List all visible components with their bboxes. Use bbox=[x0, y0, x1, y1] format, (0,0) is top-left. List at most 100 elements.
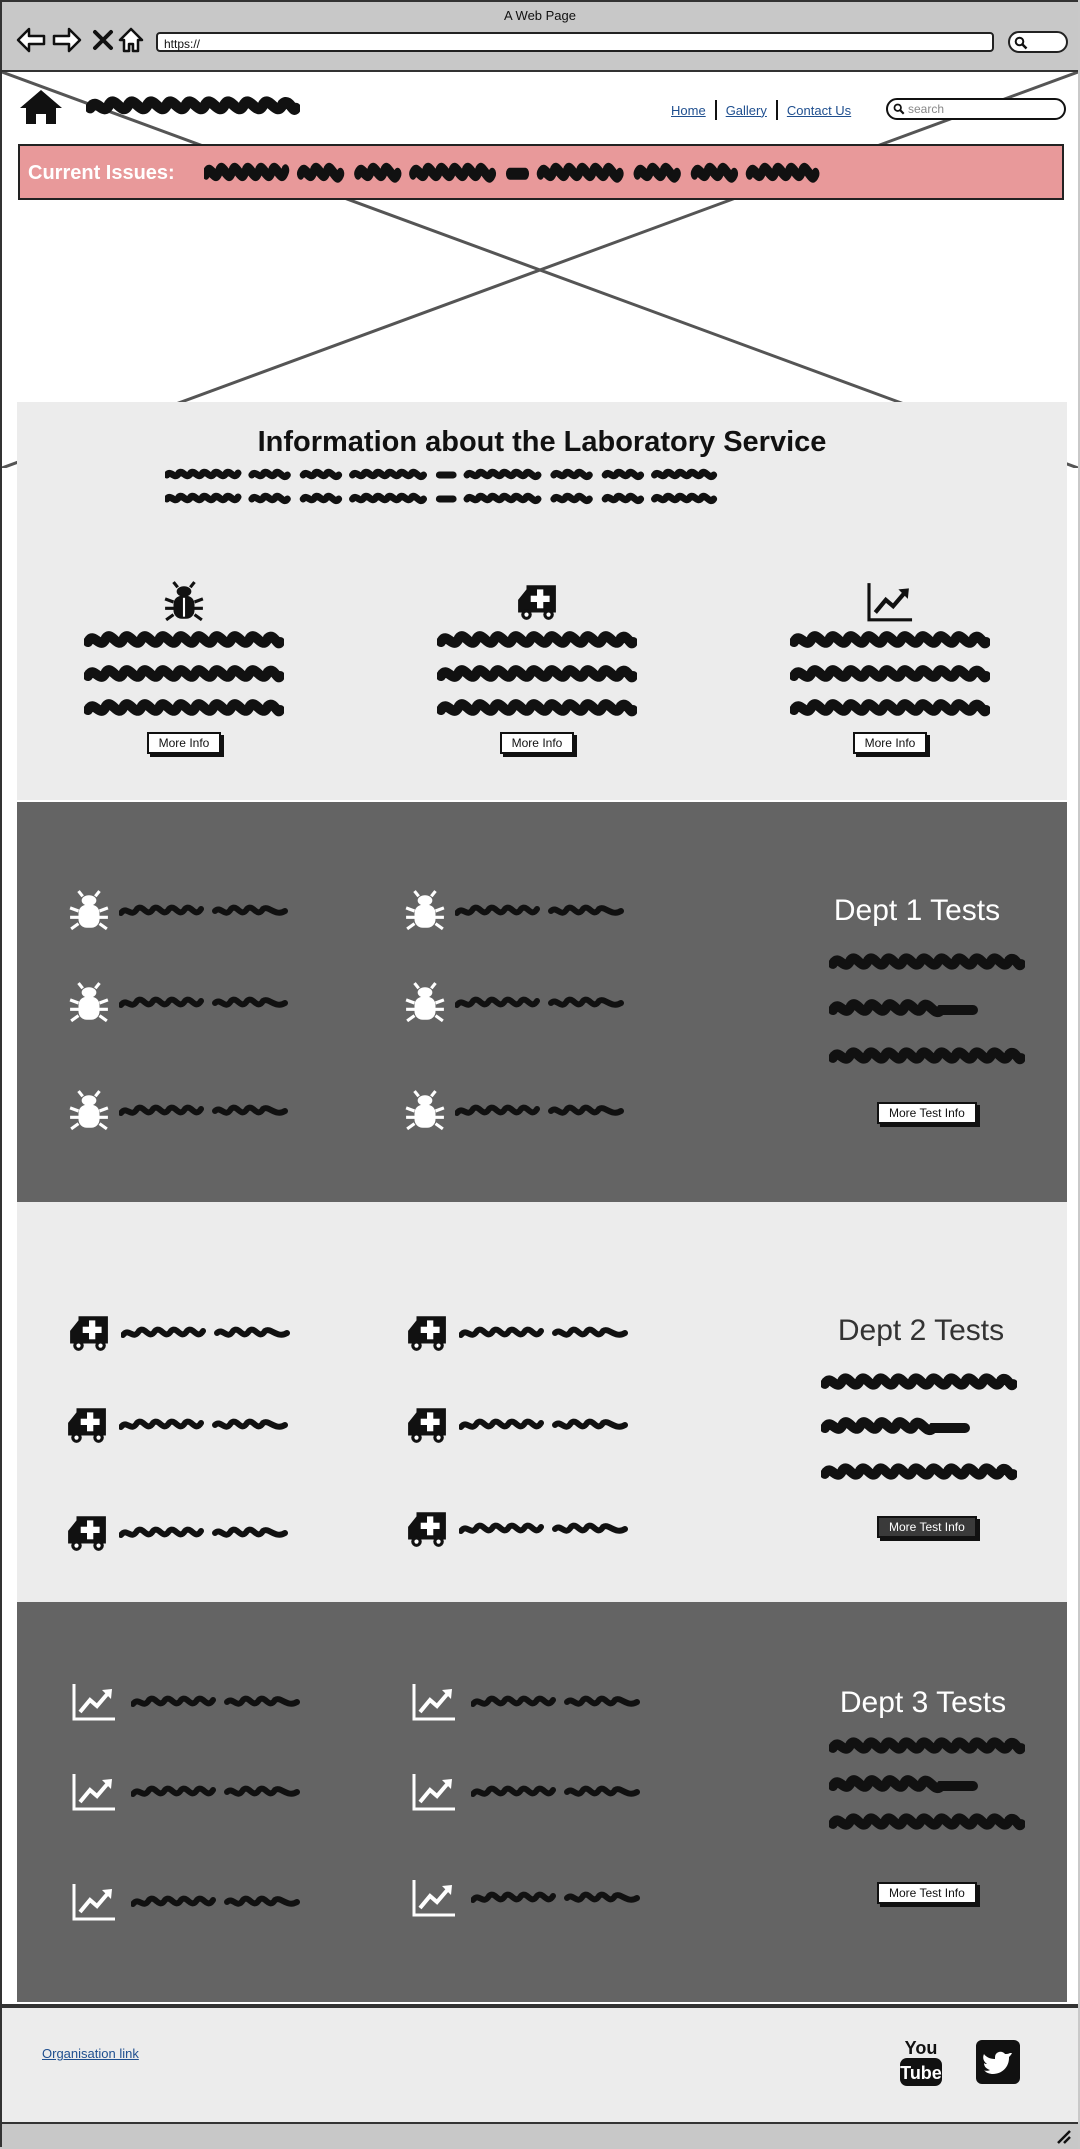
ambulance-icon bbox=[513, 581, 561, 623]
dept-3-section: Dept 3 Tests More Test Info bbox=[17, 1602, 1067, 2002]
dept-2-test-item[interactable] bbox=[63, 1404, 289, 1446]
more-test-info-button[interactable]: More Test Info bbox=[877, 1102, 977, 1124]
back-icon[interactable] bbox=[14, 24, 48, 56]
dept-2-test-item[interactable] bbox=[65, 1312, 291, 1354]
dept-3-description bbox=[829, 1808, 1025, 1838]
dept-2-description bbox=[821, 1458, 1017, 1488]
line-chart-icon bbox=[409, 1682, 459, 1722]
dept-2-test-item[interactable] bbox=[403, 1404, 629, 1446]
site-header: Home Gallery Contact Us search bbox=[2, 72, 1078, 142]
dept-3-test-item[interactable] bbox=[69, 1682, 301, 1722]
line-chart-icon bbox=[69, 1772, 119, 1812]
site-logo-text bbox=[86, 92, 300, 127]
dept-3-test-item[interactable] bbox=[409, 1682, 641, 1722]
dept-1-test-item[interactable] bbox=[67, 890, 289, 932]
bug-icon bbox=[67, 890, 111, 932]
more-test-info-button[interactable]: More Test Info bbox=[877, 1882, 977, 1904]
more-info-button[interactable]: More Info bbox=[499, 732, 575, 754]
ambulance-icon bbox=[63, 1404, 111, 1446]
more-info-button[interactable]: More Info bbox=[146, 732, 222, 754]
search-icon bbox=[893, 103, 905, 115]
current-issues-banner: Current Issues: bbox=[18, 144, 1064, 200]
bug-icon bbox=[161, 581, 207, 623]
dept-2-test-item[interactable] bbox=[63, 1512, 289, 1554]
dept-3-test-item[interactable] bbox=[69, 1882, 301, 1922]
dept-1-description bbox=[829, 1042, 1025, 1072]
bug-icon bbox=[67, 982, 111, 1024]
issues-text bbox=[204, 160, 1040, 184]
youtube-icon[interactable]: You Tube bbox=[898, 2036, 944, 2088]
search-icon bbox=[1014, 36, 1028, 50]
info-column-text bbox=[790, 694, 990, 724]
search-placeholder: search bbox=[908, 102, 945, 116]
line-chart-icon bbox=[69, 1882, 119, 1922]
ambulance-icon bbox=[403, 1312, 451, 1354]
site-search-input[interactable]: search bbox=[886, 98, 1066, 120]
info-column-text bbox=[437, 626, 637, 656]
dept-2-section: Dept 2 Tests More Test Info bbox=[17, 1202, 1067, 1602]
dept-2-test-item[interactable] bbox=[403, 1312, 629, 1354]
svg-text:Tube: Tube bbox=[900, 2063, 942, 2083]
info-column-text bbox=[84, 694, 284, 724]
info-column: More Info bbox=[437, 578, 637, 754]
svg-text:You: You bbox=[905, 2038, 938, 2058]
more-info-button[interactable]: More Info bbox=[852, 732, 928, 754]
info-column-text bbox=[84, 660, 284, 690]
info-text-line bbox=[165, 466, 915, 482]
dept-1-description bbox=[829, 994, 979, 1024]
info-section: Information about the Laboratory Service… bbox=[17, 402, 1067, 800]
info-column-text bbox=[437, 660, 637, 690]
browser-window: A Web Page https:// Home Gallery Contact… bbox=[0, 0, 1078, 2149]
dept-1-test-item[interactable] bbox=[403, 1090, 625, 1132]
dept-2-description bbox=[821, 1368, 1017, 1398]
dept-3-description bbox=[829, 1732, 1025, 1762]
nav-gallery-link[interactable]: Gallery bbox=[717, 103, 776, 118]
info-column-text bbox=[437, 694, 637, 724]
info-column-text bbox=[84, 626, 284, 656]
main-nav: Home Gallery Contact Us bbox=[662, 100, 860, 120]
info-column-text bbox=[790, 660, 990, 690]
bug-icon bbox=[403, 890, 447, 932]
ambulance-icon bbox=[65, 1312, 113, 1354]
dept-1-section: Dept 1 Tests More Test Info bbox=[17, 802, 1067, 1202]
nav-contact-link[interactable]: Contact Us bbox=[778, 103, 860, 118]
organisation-link[interactable]: Organisation link bbox=[42, 2046, 139, 2061]
info-column: More Info bbox=[84, 578, 284, 754]
ambulance-icon bbox=[403, 1508, 451, 1550]
browser-search-input[interactable] bbox=[1008, 31, 1068, 53]
line-chart-icon bbox=[409, 1772, 459, 1812]
dept-1-test-item[interactable] bbox=[403, 890, 625, 932]
site-footer: Organisation link You Tube bbox=[2, 2006, 1078, 2122]
dept-1-test-item[interactable] bbox=[67, 1090, 289, 1132]
nav-home-link[interactable]: Home bbox=[662, 103, 715, 118]
dept-1-test-item[interactable] bbox=[403, 982, 625, 1024]
site-home-icon[interactable] bbox=[18, 88, 64, 131]
page-content: Home Gallery Contact Us search Current I… bbox=[2, 72, 1078, 2007]
dept-1-description bbox=[829, 948, 1025, 978]
line-chart-icon bbox=[69, 1682, 119, 1722]
info-text-line bbox=[165, 490, 915, 506]
more-test-info-button[interactable]: More Test Info bbox=[877, 1516, 977, 1538]
url-input[interactable]: https:// bbox=[156, 32, 994, 52]
line-chart-icon bbox=[865, 581, 915, 623]
dept-3-test-item[interactable] bbox=[69, 1772, 301, 1812]
dept-2-test-item[interactable] bbox=[403, 1508, 629, 1550]
info-column-text bbox=[790, 626, 990, 656]
line-chart-icon bbox=[409, 1878, 459, 1918]
dept-1-title: Dept 1 Tests bbox=[833, 894, 1001, 927]
home-icon[interactable] bbox=[114, 24, 148, 56]
bug-icon bbox=[67, 1090, 111, 1132]
bug-icon bbox=[403, 1090, 447, 1132]
current-issues-label: Current Issues: bbox=[28, 162, 175, 184]
dept-2-description bbox=[821, 1412, 971, 1442]
forward-icon[interactable] bbox=[50, 24, 84, 56]
dept-3-test-item[interactable] bbox=[409, 1772, 641, 1812]
window-title: A Web Page bbox=[503, 8, 577, 23]
browser-toolbar: A Web Page https:// bbox=[2, 2, 1078, 72]
twitter-icon[interactable] bbox=[976, 2040, 1020, 2084]
resize-grip-icon[interactable] bbox=[1054, 2128, 1072, 2144]
ambulance-icon bbox=[63, 1512, 111, 1554]
dept-1-test-item[interactable] bbox=[67, 982, 289, 1024]
info-column: More Info bbox=[790, 578, 990, 754]
dept-3-test-item[interactable] bbox=[409, 1878, 641, 1918]
